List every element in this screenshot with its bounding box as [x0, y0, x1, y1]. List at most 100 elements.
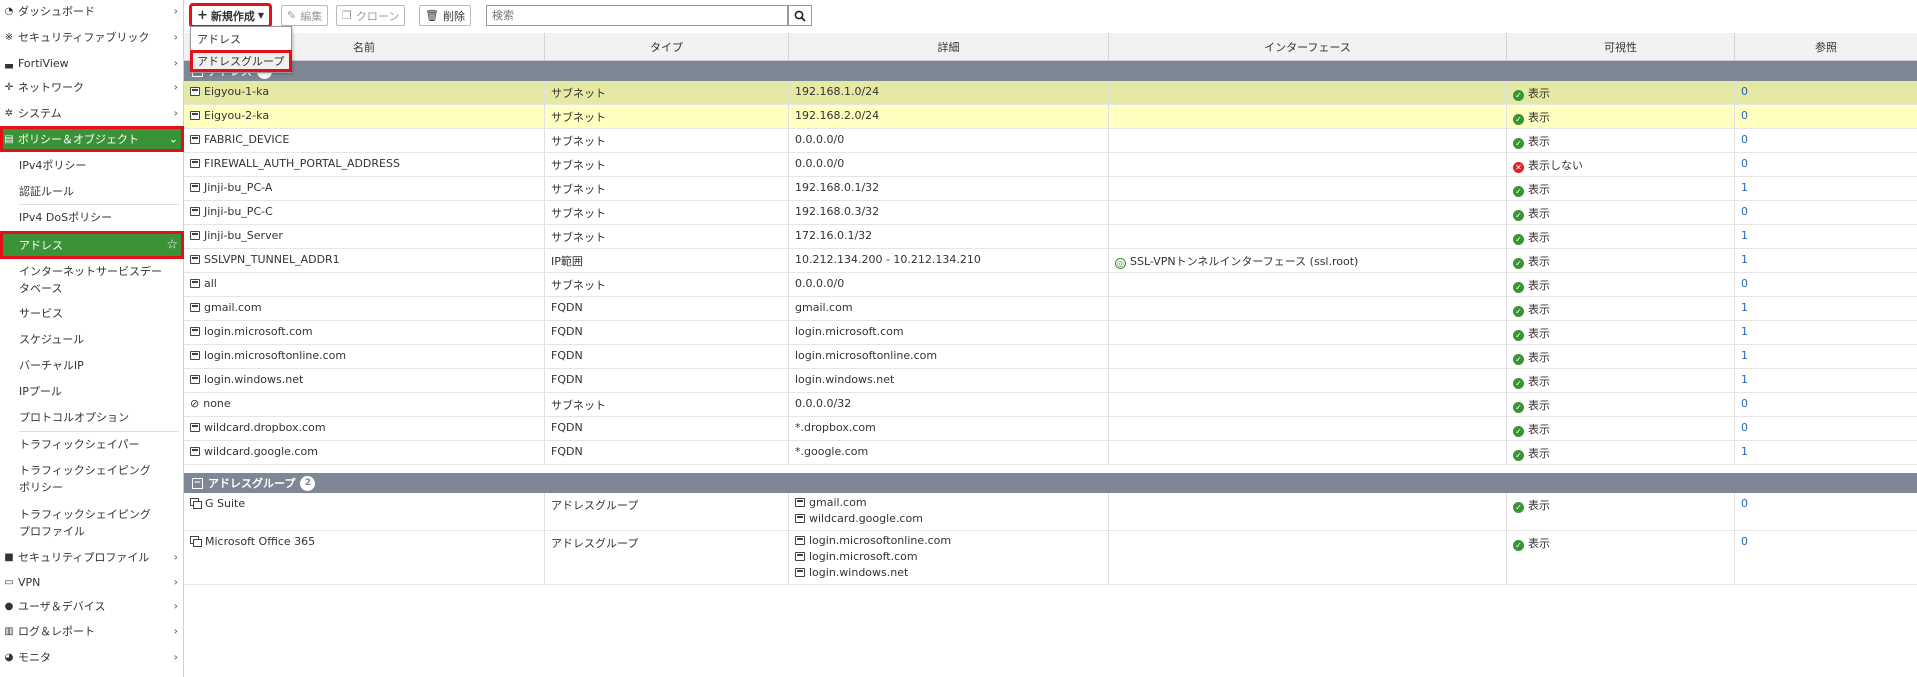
sidebar-subitem-services[interactable]: サービス	[0, 305, 184, 322]
star-icon[interactable]: ☆	[166, 238, 178, 253]
sidebar-item-security-fabric[interactable]: ※ セキュリティファブリック ›	[0, 27, 184, 47]
cell-ref[interactable]: 1	[1735, 225, 1917, 248]
sidebar-subitem-ipv4-policy[interactable]: IPv4ポリシー	[0, 157, 184, 174]
sidebar-item-user-device[interactable]: ● ユーザ＆デバイス ›	[0, 596, 184, 616]
chevron-right-icon: ›	[173, 80, 178, 94]
table-row[interactable]: gmail.com FQDN gmail.com ✓ 表示 1	[184, 297, 1917, 321]
table-row[interactable]: FABRIC_DEVICE サブネット 0.0.0.0/0 ✓ 表示 0	[184, 129, 1917, 153]
column-header-details[interactable]: 詳細	[789, 33, 1109, 61]
table-row[interactable]: G Suite アドレスグループ gmail.com wildcard.google.…	[184, 493, 1917, 531]
table-row[interactable]: Jinji-bu_PC-A サブネット 192.168.0.1/32 ✓ 表示 1	[184, 177, 1917, 201]
cell-ref[interactable]: 0	[1735, 153, 1917, 176]
ref-count-link[interactable]: 0	[1741, 421, 1748, 434]
user-icon: ●	[4, 600, 14, 612]
cell-ref[interactable]: 0	[1735, 105, 1917, 128]
search-button[interactable]	[788, 5, 812, 26]
sidebar-item-network[interactable]: ✛ ネットワーク ›	[0, 77, 184, 97]
cell-visibility: ✓ 表示	[1507, 177, 1735, 200]
table-row[interactable]: wildcard.google.com FQDN *.google.com ✓ 表示 1	[184, 441, 1917, 465]
table-row[interactable]: Jinji-bu_PC-C サブネット 192.168.0.3/32 ✓ 表示 0	[184, 201, 1917, 225]
cell-ref[interactable]: 1	[1735, 441, 1917, 464]
sidebar-subitem-schedules[interactable]: スケジュール	[0, 331, 184, 348]
ref-count-link[interactable]: 1	[1741, 181, 1748, 194]
ref-count-link[interactable]: 1	[1741, 253, 1748, 266]
cell-ref[interactable]: 0	[1735, 201, 1917, 224]
cell-ref[interactable]: 0	[1735, 493, 1917, 530]
sidebar-subitem-traffic-shaping-policy[interactable]: トラフィックシェイピングポリシー	[0, 462, 170, 496]
sidebar-subitem-traffic-shaping-profile[interactable]: トラフィックシェイピングプロファイル	[0, 506, 170, 540]
visible-check-icon: ✓	[1513, 282, 1524, 293]
table-row[interactable]: all サブネット 0.0.0.0/0 ✓ 表示 0	[184, 273, 1917, 297]
column-header-type[interactable]: タイプ	[545, 33, 789, 61]
column-header-interface[interactable]: インターフェース	[1109, 33, 1507, 61]
table-row[interactable]: SSLVPN_TUNNEL_ADDR1 IP範囲 10.212.134.200 - …	[184, 249, 1917, 273]
dropdown-item-address-group[interactable]: アドレスグループ	[190, 50, 292, 72]
ref-count-link[interactable]: 0	[1741, 535, 1748, 548]
edit-button[interactable]: ✎ 編集	[281, 5, 329, 26]
sidebar-subitem-address[interactable]: アドレス ☆	[0, 231, 184, 259]
sidebar-item-fortiview[interactable]: ▃ FortiView ›	[0, 53, 184, 73]
ref-count-link[interactable]: 0	[1741, 397, 1748, 410]
ref-count-link[interactable]: 0	[1741, 497, 1748, 510]
cell-ref[interactable]: 1	[1735, 369, 1917, 392]
sidebar-subitem-ip-pools[interactable]: IPプール	[0, 383, 184, 400]
caret-down-icon: ▼	[257, 11, 265, 20]
create-new-button[interactable]: + 新規作成 ▼	[188, 3, 273, 28]
column-header-ref[interactable]: 参照	[1735, 33, 1917, 61]
ref-count-link[interactable]: 1	[1741, 349, 1748, 362]
table-row[interactable]: Eigyou-2-ka サブネット 192.168.2.0/24 ✓ 表示 0	[184, 105, 1917, 129]
cell-ref[interactable]: 0	[1735, 273, 1917, 296]
sidebar-item-log-report[interactable]: ▥ ログ＆レポート ›	[0, 621, 184, 641]
ref-count-link[interactable]: 1	[1741, 325, 1748, 338]
group-header-address[interactable]: − アドレス 18	[184, 61, 1917, 81]
table-row[interactable]: wildcard.dropbox.com FQDN *.dropbox.com ✓ 表示…	[184, 417, 1917, 441]
ref-count-link[interactable]: 1	[1741, 229, 1748, 242]
ref-count-link[interactable]: 0	[1741, 109, 1748, 122]
table-row[interactable]: login.microsoftonline.com FQDN login.micro…	[184, 345, 1917, 369]
cell-ref[interactable]: 1	[1735, 177, 1917, 200]
sidebar-subitem-dos-policy[interactable]: IPv4 DoSポリシー	[0, 209, 184, 226]
dropdown-item-address[interactable]: アドレス	[191, 29, 291, 49]
delete-button[interactable]: 🗑 削除	[419, 5, 471, 26]
ref-count-link[interactable]: 0	[1741, 205, 1748, 218]
sidebar-item-security-profiles[interactable]: ■ セキュリティプロファイル ›	[0, 547, 184, 567]
sidebar-subitem-internet-service-db[interactable]: インターネットサービスデータベース	[0, 263, 184, 297]
cell-ref[interactable]: 1	[1735, 297, 1917, 320]
cell-ref[interactable]: 0	[1735, 81, 1917, 104]
search-input[interactable]	[486, 5, 788, 26]
sidebar-subitem-auth-rules[interactable]: 認証ルール	[0, 183, 184, 200]
ref-count-link[interactable]: 1	[1741, 373, 1748, 386]
ref-count-link[interactable]: 0	[1741, 85, 1748, 98]
ref-count-link[interactable]: 1	[1741, 445, 1748, 458]
cell-ref[interactable]: 1	[1735, 249, 1917, 272]
sidebar-item-system[interactable]: ✲ システム ›	[0, 103, 184, 123]
table-row[interactable]: Eigyou-1-ka サブネット 192.168.1.0/24 ✓ 表示 0	[184, 81, 1917, 105]
cell-ref[interactable]: 0	[1735, 129, 1917, 152]
sidebar-subitem-protocol-options[interactable]: プロトコルオプション	[0, 409, 184, 426]
ref-count-link[interactable]: 1	[1741, 301, 1748, 314]
ref-count-link[interactable]: 0	[1741, 277, 1748, 290]
cell-ref[interactable]: 1	[1735, 321, 1917, 344]
table-row[interactable]: Jinji-bu_Server サブネット 172.16.0.1/32 ✓ 表示 1	[184, 225, 1917, 249]
sidebar-item-monitor[interactable]: ◕ モニタ ›	[0, 647, 184, 667]
table-row[interactable]: Microsoft Office 365 アドレスグループ login.micros…	[184, 531, 1917, 585]
table-row[interactable]: FIREWALL_AUTH_PORTAL_ADDRESS サブネット 0.0.0.0…	[184, 153, 1917, 177]
table-row[interactable]: ⊘ none サブネット 0.0.0.0/32 ✓ 表示 0	[184, 393, 1917, 417]
table-row[interactable]: login.windows.net FQDN login.windows.net ✓ 表…	[184, 369, 1917, 393]
collapse-icon[interactable]: −	[192, 477, 203, 489]
sidebar-subitem-traffic-shaper[interactable]: トラフィックシェイパー	[0, 436, 184, 453]
sidebar-subitem-virtual-ip[interactable]: バーチャルIP	[0, 357, 184, 374]
sidebar-item-vpn[interactable]: ▭ VPN ›	[0, 572, 184, 592]
clone-button[interactable]: ❐ クローン	[336, 5, 406, 26]
group-header-address-group[interactable]: − アドレスグループ 2	[184, 473, 1917, 493]
ref-count-link[interactable]: 0	[1741, 133, 1748, 146]
column-header-visibility[interactable]: 可視性	[1507, 33, 1735, 61]
table-row[interactable]: login.microsoft.com FQDN login.microsoft.c…	[184, 321, 1917, 345]
sidebar-item-dashboard[interactable]: ◔ ダッシュボード ›	[0, 1, 184, 21]
ref-count-link[interactable]: 0	[1741, 157, 1748, 170]
cell-ref[interactable]: 0	[1735, 393, 1917, 416]
cell-ref[interactable]: 1	[1735, 345, 1917, 368]
cell-ref[interactable]: 0	[1735, 531, 1917, 584]
cell-ref[interactable]: 0	[1735, 417, 1917, 440]
sidebar-item-policy-objects[interactable]: ▤ ポリシー＆オブジェクト ⌄	[0, 126, 184, 152]
